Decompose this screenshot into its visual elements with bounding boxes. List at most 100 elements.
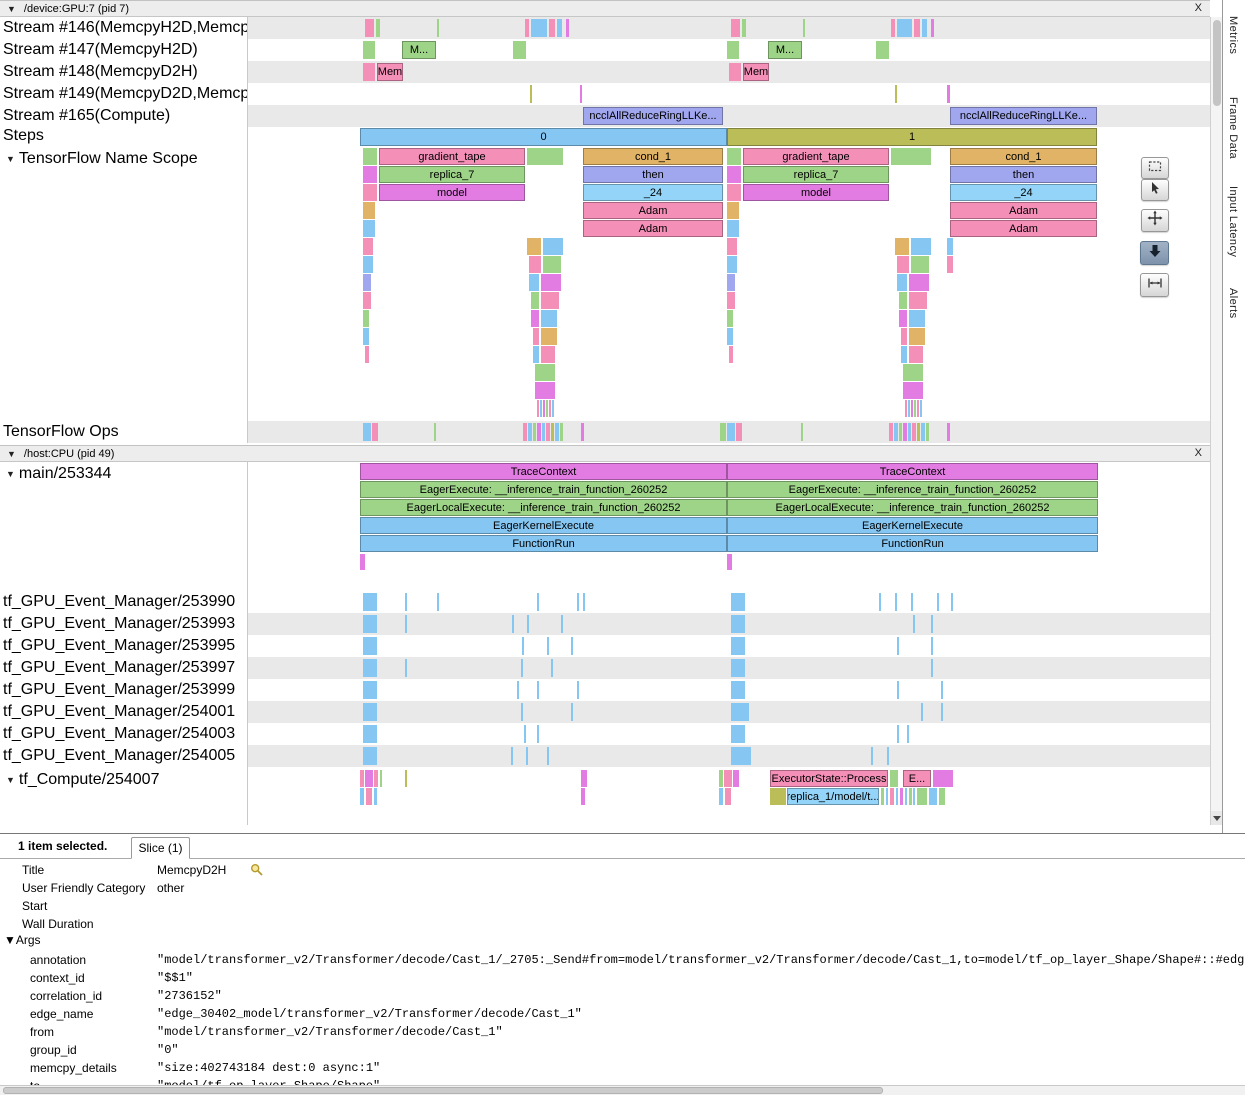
trace-event[interactable] xyxy=(525,19,529,37)
trace-event[interactable] xyxy=(905,400,907,417)
trace-event[interactable] xyxy=(890,788,894,805)
trace-event[interactable] xyxy=(549,400,551,417)
trace-event[interactable] xyxy=(917,423,920,441)
trace-event[interactable] xyxy=(770,788,786,805)
trace-event[interactable] xyxy=(897,19,912,37)
trace-event[interactable] xyxy=(871,747,873,765)
trace-event[interactable] xyxy=(727,166,741,183)
trace-event[interactable] xyxy=(522,637,524,655)
trace-event[interactable] xyxy=(551,659,553,677)
trace-event[interactable]: M... xyxy=(768,41,802,59)
trace-event[interactable] xyxy=(365,346,369,363)
trace-event[interactable] xyxy=(894,423,898,441)
trace-event[interactable] xyxy=(521,659,523,677)
trace-event[interactable] xyxy=(437,19,439,37)
trace-event[interactable] xyxy=(903,382,923,399)
trace-event[interactable] xyxy=(360,554,365,570)
trace-event[interactable] xyxy=(535,364,555,381)
trace-event[interactable] xyxy=(363,703,377,721)
trace-event[interactable]: EagerExecute: __inference_train_function… xyxy=(360,481,727,498)
trace-event[interactable] xyxy=(363,184,377,201)
trace-event[interactable] xyxy=(727,238,737,255)
trace-event[interactable] xyxy=(899,423,902,441)
trace-event[interactable] xyxy=(720,423,726,441)
trace-event[interactable] xyxy=(376,19,380,37)
row-label-toggle[interactable]: ▼TensorFlow Name Scope xyxy=(0,148,247,170)
trace-event[interactable] xyxy=(571,703,573,721)
trace-event[interactable] xyxy=(541,346,555,363)
trace-event[interactable] xyxy=(727,274,735,291)
trace-event[interactable] xyxy=(365,19,374,37)
trace-event[interactable] xyxy=(529,256,541,273)
cursor-tool-button[interactable] xyxy=(1141,179,1169,201)
trace-event[interactable] xyxy=(903,364,923,381)
trace-event[interactable]: TraceContext xyxy=(727,463,1098,480)
trace-event[interactable] xyxy=(899,310,907,327)
trace-event[interactable]: _24 xyxy=(583,184,723,201)
trace-event[interactable] xyxy=(909,310,925,327)
trace-event[interactable]: 0 xyxy=(360,128,727,146)
trace-event[interactable]: model xyxy=(743,184,889,201)
trace-event[interactable] xyxy=(363,659,377,677)
trace-event[interactable] xyxy=(724,770,732,787)
trace-event[interactable] xyxy=(920,400,922,417)
trace-event[interactable] xyxy=(374,770,378,787)
trace-event[interactable]: Mem xyxy=(743,63,769,81)
trace-event[interactable]: FunctionRun xyxy=(727,535,1098,552)
trace-event[interactable] xyxy=(366,788,372,805)
trace-event[interactable] xyxy=(886,788,888,805)
trace-event[interactable] xyxy=(719,788,723,805)
trace-event[interactable] xyxy=(581,423,584,441)
trace-event[interactable] xyxy=(521,703,523,721)
trace-event[interactable] xyxy=(939,788,945,805)
trace-event[interactable] xyxy=(581,788,585,805)
trace-event[interactable] xyxy=(905,788,907,805)
trace-event[interactable] xyxy=(363,747,377,765)
trace-event[interactable] xyxy=(527,238,541,255)
trace-event[interactable]: replica_7 xyxy=(743,166,889,183)
trace-event[interactable] xyxy=(363,292,371,309)
trace-event[interactable] xyxy=(909,274,929,291)
trace-event[interactable]: Adam xyxy=(583,202,723,219)
trace-event[interactable] xyxy=(911,593,913,611)
trace-event[interactable] xyxy=(917,400,919,417)
trace-event[interactable] xyxy=(546,400,548,417)
trace-event[interactable] xyxy=(913,615,915,633)
trace-event[interactable] xyxy=(535,382,555,399)
trace-event[interactable] xyxy=(731,19,740,37)
trace-event[interactable] xyxy=(524,725,526,743)
trace-event[interactable] xyxy=(897,637,899,655)
trace-event[interactable] xyxy=(803,19,805,37)
trace-event[interactable] xyxy=(405,659,407,677)
trace-event[interactable] xyxy=(546,423,550,441)
trace-event[interactable] xyxy=(541,274,561,291)
horizontal-scrollbar[interactable] xyxy=(0,1085,1245,1095)
trace-event[interactable] xyxy=(557,19,562,37)
trace-event[interactable] xyxy=(541,292,559,309)
trace-event[interactable] xyxy=(941,681,943,699)
trace-event[interactable] xyxy=(731,747,751,765)
trace-event[interactable] xyxy=(876,41,889,59)
trace-event[interactable] xyxy=(531,310,539,327)
trace-event[interactable] xyxy=(895,593,897,611)
trace-event[interactable] xyxy=(372,423,378,441)
trace-event[interactable] xyxy=(571,637,573,655)
selection-tool-button[interactable] xyxy=(1141,157,1169,179)
zoom-tool-button[interactable] xyxy=(1140,241,1169,265)
collapse-icon[interactable]: ▼ xyxy=(6,775,15,785)
trace-event[interactable] xyxy=(731,659,745,677)
trace-event[interactable] xyxy=(527,148,563,165)
trace-event[interactable] xyxy=(363,274,371,291)
trace-event[interactable] xyxy=(731,703,749,721)
trace-event[interactable] xyxy=(543,256,561,273)
tab-slice[interactable]: Slice (1) xyxy=(131,837,190,859)
trace-event[interactable] xyxy=(895,238,909,255)
trace-event[interactable]: ncclAllReduceRingLLKe... xyxy=(950,107,1097,125)
collapse-icon[interactable]: ▼ xyxy=(7,4,16,14)
trace-event[interactable] xyxy=(897,681,899,699)
trace-event[interactable] xyxy=(947,238,953,255)
trace-event[interactable] xyxy=(941,703,943,721)
trace-event[interactable] xyxy=(363,637,377,655)
trace-event[interactable] xyxy=(903,423,907,441)
trace-event[interactable] xyxy=(921,703,923,721)
